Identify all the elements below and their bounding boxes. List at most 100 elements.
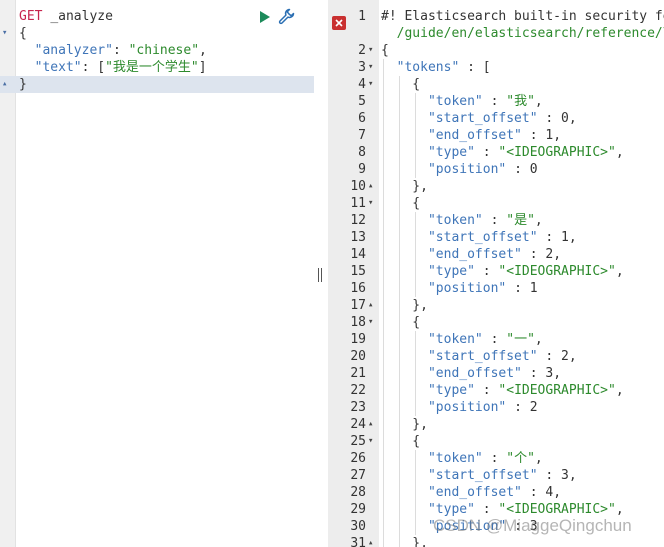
fold-toggle-icon[interactable]: ▴ — [368, 178, 378, 195]
request-code[interactable]: GET _analyze — [19, 8, 113, 25]
response-code: "token" : "个", — [381, 450, 543, 467]
response-line: 21 "end_offset" : 3, — [328, 365, 664, 382]
code-token: , — [568, 111, 577, 126]
line-number: 24 — [350, 417, 366, 432]
warning-comment-line-2: /guide/en/elasticsearch/reference/7 — [381, 26, 664, 41]
response-output: 1 #! Elasticsearch built-in security fe … — [328, 0, 664, 547]
fold-toggle-icon[interactable]: ▴ — [368, 297, 378, 314]
code-token: 1 — [529, 281, 538, 296]
line-number: 23 — [350, 400, 366, 415]
request-code[interactable]: "text": ["我是一个学生"] — [19, 59, 207, 76]
line-number: 22 — [350, 383, 366, 398]
response-code: "end_offset" : 3, — [381, 365, 561, 382]
indent-guide — [383, 59, 384, 547]
request-line[interactable]: ▾{ — [0, 25, 314, 42]
request-options-button[interactable] — [277, 8, 295, 26]
code-token: { — [381, 434, 421, 449]
code-token: "text" — [34, 60, 82, 75]
response-code: }, — [381, 416, 428, 433]
line-number: 2 — [358, 43, 366, 58]
code-token: "type" — [427, 383, 475, 398]
code-token: "start_offset" — [427, 230, 538, 245]
indent-guide — [415, 93, 416, 178]
code-token: "position" — [427, 281, 507, 296]
code-token: , — [534, 451, 543, 466]
code-token: "个" — [506, 451, 535, 466]
code-token: "start_offset" — [427, 111, 538, 126]
line-number: 1 — [358, 9, 366, 24]
code-token: GET — [19, 9, 51, 24]
request-code[interactable]: } — [19, 76, 27, 93]
line-number: 29 — [350, 502, 366, 517]
response-line: 31 ▴ }, — [328, 535, 664, 547]
fold-toggle-icon[interactable]: ▴ — [2, 76, 14, 93]
response-code: "token" : "一", — [381, 331, 543, 348]
line-number: 19 — [350, 332, 366, 347]
code-token: { — [19, 26, 27, 41]
line-number: 21 — [350, 366, 366, 381]
code-token: } — [19, 77, 27, 92]
wrench-icon — [278, 8, 294, 25]
line-number: 31 — [350, 536, 366, 547]
response-line: 25 ▾ { — [328, 433, 664, 450]
run-request-button[interactable] — [259, 10, 271, 24]
fold-toggle-icon[interactable]: ▾ — [368, 76, 378, 93]
code-token: "一" — [506, 332, 535, 347]
code-token: { — [381, 196, 421, 211]
code-token: "token" — [427, 213, 483, 228]
response-line: 2 ▾{ — [328, 42, 664, 59]
request-code[interactable]: "analyzer": "chinese", — [19, 42, 207, 59]
code-token: : — [521, 485, 546, 500]
code-token: "start_offset" — [427, 349, 538, 364]
response-line: 18 ▾ { — [328, 314, 664, 331]
code-token: }, — [381, 417, 428, 432]
request-line[interactable]: "text": ["我是一个学生"] — [0, 59, 314, 76]
response-code: "start_offset" : 1, — [381, 229, 577, 246]
request-editor[interactable]: GET _analyze ▾{ "analyzer": "chinese", "t… — [0, 0, 314, 547]
response-code: { — [381, 195, 420, 212]
code-token: }, — [381, 298, 428, 313]
response-line: /guide/en/elasticsearch/reference/7 — [328, 25, 664, 42]
code-token: "end_offset" — [427, 485, 522, 500]
response-code: { — [381, 314, 420, 331]
code-token: , — [568, 230, 577, 245]
fold-toggle-icon[interactable]: ▾ — [368, 59, 378, 76]
line-number: 30 — [350, 519, 366, 534]
fold-toggle-icon[interactable]: ▾ — [368, 42, 378, 59]
code-token: "token" — [427, 94, 483, 109]
active-request-line[interactable]: ▴} — [0, 76, 314, 93]
response-line: 19 "token" : "一", — [328, 331, 664, 348]
code-token: "type" — [427, 502, 475, 517]
fold-toggle-icon[interactable]: ▾ — [368, 433, 378, 450]
fold-toggle-icon[interactable]: ▴ — [368, 535, 378, 547]
fold-toggle-icon[interactable]: ▾ — [368, 314, 378, 331]
response-line: 15 "type" : "<IDEOGRAPHIC>", — [328, 263, 664, 280]
fold-toggle-icon[interactable]: ▾ — [368, 195, 378, 212]
code-token: { — [381, 315, 421, 330]
fold-toggle-icon[interactable]: ▾ — [2, 25, 14, 42]
code-token: , — [534, 332, 543, 347]
line-number: 10 — [350, 179, 366, 194]
code-token: : — [482, 94, 507, 109]
indent-guide — [399, 76, 400, 547]
code-token: : — [506, 162, 530, 177]
code-token: : — [474, 264, 499, 279]
request-line[interactable]: "analyzer": "chinese", — [0, 42, 314, 59]
code-token: , — [553, 128, 562, 143]
code-token: "end_offset" — [427, 247, 522, 262]
play-icon — [260, 10, 270, 23]
line-number: 20 — [350, 349, 366, 364]
request-code[interactable]: { — [19, 25, 27, 42]
code-token: 2 — [529, 400, 538, 415]
code-token: : — [474, 502, 499, 517]
fold-toggle-icon[interactable]: ▴ — [368, 416, 378, 433]
code-token: , — [615, 502, 624, 517]
resize-handle[interactable] — [318, 268, 323, 282]
code-token: "token" — [427, 332, 483, 347]
response-code: }, — [381, 535, 428, 547]
